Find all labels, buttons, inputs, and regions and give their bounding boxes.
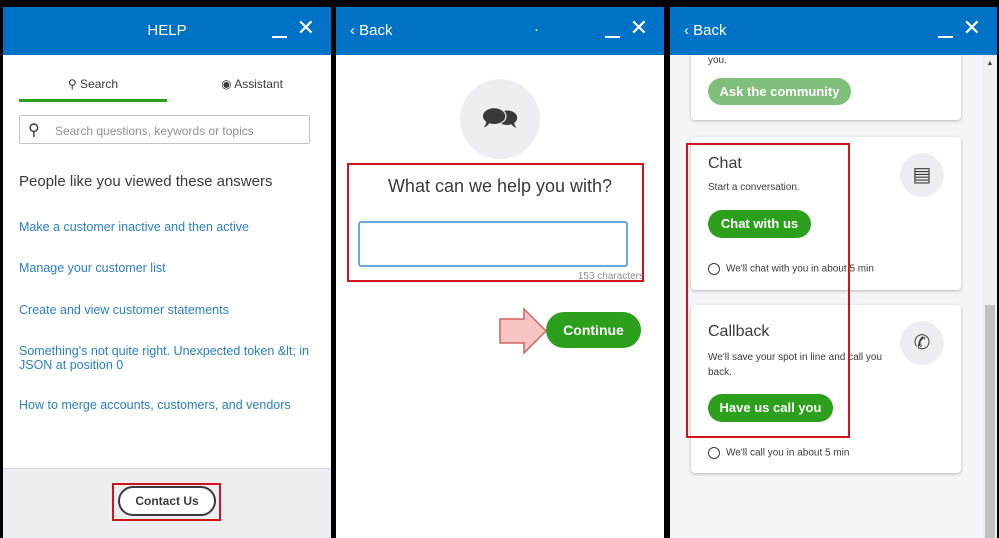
close-button[interactable]: ✕: [297, 17, 315, 39]
phone-icon: ✆: [900, 321, 944, 365]
back-label: Back: [359, 22, 393, 39]
callback-wait-text: We'll call you in about 5 min: [726, 447, 850, 459]
message-icon: ▤: [900, 153, 944, 197]
header-dot: ·: [534, 21, 539, 38]
search-input[interactable]: ⚲ Search questions, keywords or topics: [19, 115, 310, 144]
question-panel: ‹ Back · ✕ 🗪 What can we help you with? …: [336, 7, 664, 538]
question-header: ‹ Back · ✕: [336, 7, 664, 55]
tab-search[interactable]: ⚲ Search: [19, 77, 167, 102]
scrollbar[interactable]: ▲: [983, 55, 997, 538]
assistant-icon: ◉: [221, 77, 232, 91]
continue-button[interactable]: Continue: [546, 312, 641, 348]
search-icon: ⚲: [28, 122, 40, 139]
answers-heading: People like you viewed these answers: [19, 173, 273, 190]
search-placeholder: Search questions, keywords or topics: [55, 124, 254, 138]
ask-community-button[interactable]: Ask the community: [708, 78, 851, 105]
clock-icon: [708, 447, 720, 459]
chat-bubbles-icon: 🗪: [460, 79, 540, 159]
search-icon: ⚲: [67, 77, 77, 91]
minimize-button[interactable]: [938, 36, 953, 38]
contact-header: ‹ Back ✕: [670, 7, 997, 55]
back-label: Back: [693, 22, 727, 39]
close-button[interactable]: ✕: [963, 17, 981, 39]
minimize-button[interactable]: [272, 36, 287, 38]
highlight-box: [347, 163, 644, 282]
help-panel: HELP ✕ ⚲ Search ◉ Assistant ⚲ Search que…: [3, 7, 331, 538]
tab-label: Search: [80, 77, 119, 91]
contact-options-panel: you. Ask the community Chat Start a conv…: [670, 7, 997, 538]
highlight-box: [112, 483, 221, 521]
minimize-button[interactable]: [605, 36, 620, 38]
answer-link[interactable]: Make a customer inactive and then active: [19, 220, 319, 234]
scrollbar-thumb[interactable]: [985, 305, 995, 538]
callback-wait: We'll call you in about 5 min: [708, 447, 849, 459]
community-text: you.: [708, 55, 727, 66]
highlight-box: [686, 143, 850, 438]
answer-link[interactable]: How to merge accounts, customers, and ve…: [19, 398, 319, 412]
back-button[interactable]: ‹ Back: [684, 22, 727, 39]
answer-link[interactable]: Create and view customer statements: [19, 303, 319, 317]
help-header: HELP ✕: [3, 7, 331, 55]
arrow-icon: [499, 307, 548, 355]
answer-link[interactable]: Something's not quite right. Unexpected …: [19, 344, 319, 372]
tab-assistant[interactable]: ◉ Assistant: [178, 77, 326, 102]
close-button[interactable]: ✕: [630, 17, 648, 39]
tab-label: Assistant: [234, 77, 283, 91]
back-button[interactable]: ‹ Back: [350, 22, 393, 39]
answer-link[interactable]: Manage your customer list: [19, 261, 319, 275]
scroll-up-arrow[interactable]: ▲: [983, 60, 997, 67]
